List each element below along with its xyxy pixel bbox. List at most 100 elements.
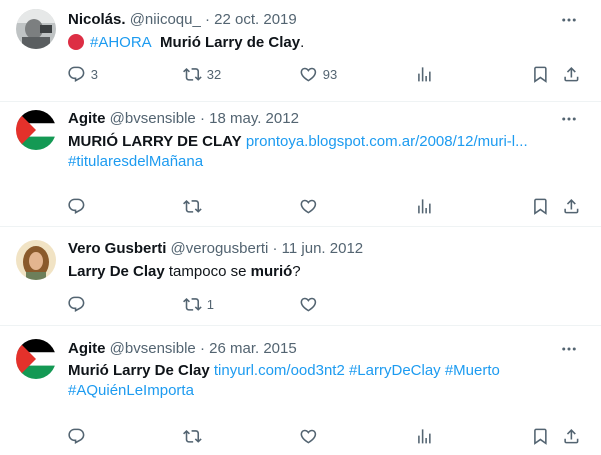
bookmark-icon: [534, 428, 547, 445]
retweet-button[interactable]: 32: [183, 64, 221, 84]
retweet-button[interactable]: [183, 196, 202, 216]
reply-icon: [68, 296, 85, 312]
tweet-bold-text: Larry De Clay: [68, 263, 165, 280]
retweet-icon: [183, 429, 202, 443]
action-bar: 3 32 93: [0, 64, 601, 84]
timestamp[interactable]: 11 jun. 2012: [282, 240, 363, 257]
reply-icon: [68, 66, 85, 82]
retweet-button[interactable]: [183, 426, 202, 446]
more-icon[interactable]: [559, 339, 579, 359]
reply-button[interactable]: [67, 294, 86, 314]
reply-button[interactable]: 3: [67, 64, 98, 84]
action-bar: [0, 196, 601, 216]
tweet-link[interactable]: prontoya.blogspot.com.ar/2008/12/muri-l.…: [246, 133, 528, 150]
more-icon[interactable]: [559, 109, 579, 129]
tweet[interactable]: Agite @bvsensible · 18 may. 2012 MURIÓ L…: [0, 102, 601, 227]
separator: ·: [199, 340, 205, 357]
action-bar: 1: [0, 294, 601, 314]
red-circle-emoji: [68, 34, 84, 50]
tweet-header: Vero Gusberti @verogusberti · 11 jun. 20…: [68, 239, 363, 259]
reply-button[interactable]: [67, 426, 86, 446]
tweet-bold-text: murió: [250, 263, 293, 280]
tweet[interactable]: Agite @bvsensible · 26 mar. 2015 Murió L…: [0, 326, 601, 455]
palestine-flag-avatar: [16, 339, 56, 379]
tweet-bold-text: Murió Larry De Clay: [68, 362, 210, 379]
share-button[interactable]: [562, 196, 581, 216]
hashtag[interactable]: #titularesdelMañana: [68, 153, 203, 170]
tweet-link[interactable]: tinyurl.com/ood3nt2: [214, 362, 345, 379]
like-button[interactable]: [299, 294, 318, 314]
handle[interactable]: @bvsensible: [110, 340, 196, 357]
bookmark-button[interactable]: [531, 426, 550, 446]
tweet-header: Agite @bvsensible · 26 mar. 2015: [68, 339, 297, 359]
tweet-bold-text: Murió Larry de Clay: [160, 34, 301, 51]
views-icon: [418, 198, 431, 214]
bookmark-button[interactable]: [531, 64, 550, 84]
views-icon: [418, 66, 431, 82]
display-name[interactable]: Agite: [68, 110, 106, 127]
heart-icon: [300, 199, 317, 214]
hashtag[interactable]: #Muerto: [445, 362, 500, 379]
handle[interactable]: @bvsensible: [110, 110, 196, 127]
share-icon: [564, 198, 579, 214]
like-count: 93: [322, 66, 338, 82]
tweet-text-mid: tampoco se: [164, 263, 251, 280]
views-button[interactable]: [415, 196, 434, 216]
bookmark-button[interactable]: [531, 196, 550, 216]
heart-icon: [300, 429, 317, 444]
bookmark-icon: [534, 66, 547, 83]
more-icon[interactable]: [559, 10, 579, 30]
tweet-text-end: ?: [292, 263, 301, 280]
hashtag[interactable]: #AQuiénLeImporta: [68, 382, 194, 399]
tweet[interactable]: Nicolás. @niicoqu_ · 22 oct. 2019 #AHORA…: [0, 0, 601, 102]
views-button[interactable]: [415, 426, 434, 446]
avatar[interactable]: [16, 240, 56, 280]
like-button[interactable]: [299, 426, 318, 446]
reply-count: 3: [90, 66, 98, 82]
share-icon: [564, 66, 579, 82]
share-button[interactable]: [562, 426, 581, 446]
retweet-icon: [183, 67, 202, 81]
share-icon: [564, 428, 579, 444]
action-bar: [0, 426, 601, 446]
retweet-icon: [183, 297, 202, 311]
avatar[interactable]: [16, 339, 56, 379]
display-name[interactable]: Nicolás.: [68, 11, 126, 28]
handle[interactable]: @verogusberti: [171, 240, 269, 257]
reply-button[interactable]: [67, 196, 86, 216]
reply-icon: [68, 198, 85, 214]
heart-icon: [300, 297, 317, 312]
like-button[interactable]: 93: [299, 64, 337, 84]
tweet[interactable]: Vero Gusberti @verogusberti · 11 jun. 20…: [0, 227, 601, 326]
display-name[interactable]: Vero Gusberti: [68, 240, 166, 257]
display-name[interactable]: Agite: [68, 340, 106, 357]
hashtag[interactable]: #AHORA: [90, 34, 152, 51]
avatar[interactable]: [16, 9, 56, 49]
tweet-text: Larry De Clay tampoco se murió?: [68, 262, 568, 282]
hashtag[interactable]: #LarryDeClay: [349, 362, 441, 379]
avatar[interactable]: [16, 110, 56, 150]
views-button[interactable]: [415, 64, 434, 84]
timestamp[interactable]: 26 mar. 2015: [209, 340, 297, 357]
share-button[interactable]: [562, 64, 581, 84]
handle[interactable]: @niicoqu_: [130, 11, 201, 28]
reply-icon: [68, 428, 85, 444]
retweet-count: 1: [206, 296, 214, 312]
timestamp[interactable]: 22 oct. 2019: [214, 11, 297, 28]
separator: ·: [204, 11, 210, 28]
tweet-bold-text: MURIÓ LARRY DE CLAY: [68, 133, 242, 150]
timestamp[interactable]: 18 may. 2012: [209, 110, 299, 127]
tweet-text: #AHORA Murió Larry de Clay.: [68, 33, 568, 53]
heart-icon: [300, 67, 317, 82]
tweet-header: Agite @bvsensible · 18 may. 2012: [68, 109, 299, 129]
views-icon: [418, 428, 431, 444]
tweet-text: MURIÓ LARRY DE CLAY prontoya.blogspot.co…: [68, 132, 568, 172]
like-button[interactable]: [299, 196, 318, 216]
palestine-flag-avatar: [16, 110, 56, 150]
separator: ·: [272, 240, 278, 257]
tweet-header: Nicolás. @niicoqu_ · 22 oct. 2019: [68, 10, 297, 30]
separator: ·: [199, 110, 205, 127]
avatar-photo: [16, 9, 56, 49]
retweet-button[interactable]: 1: [183, 294, 214, 314]
tweet-text-end: .: [300, 34, 305, 51]
